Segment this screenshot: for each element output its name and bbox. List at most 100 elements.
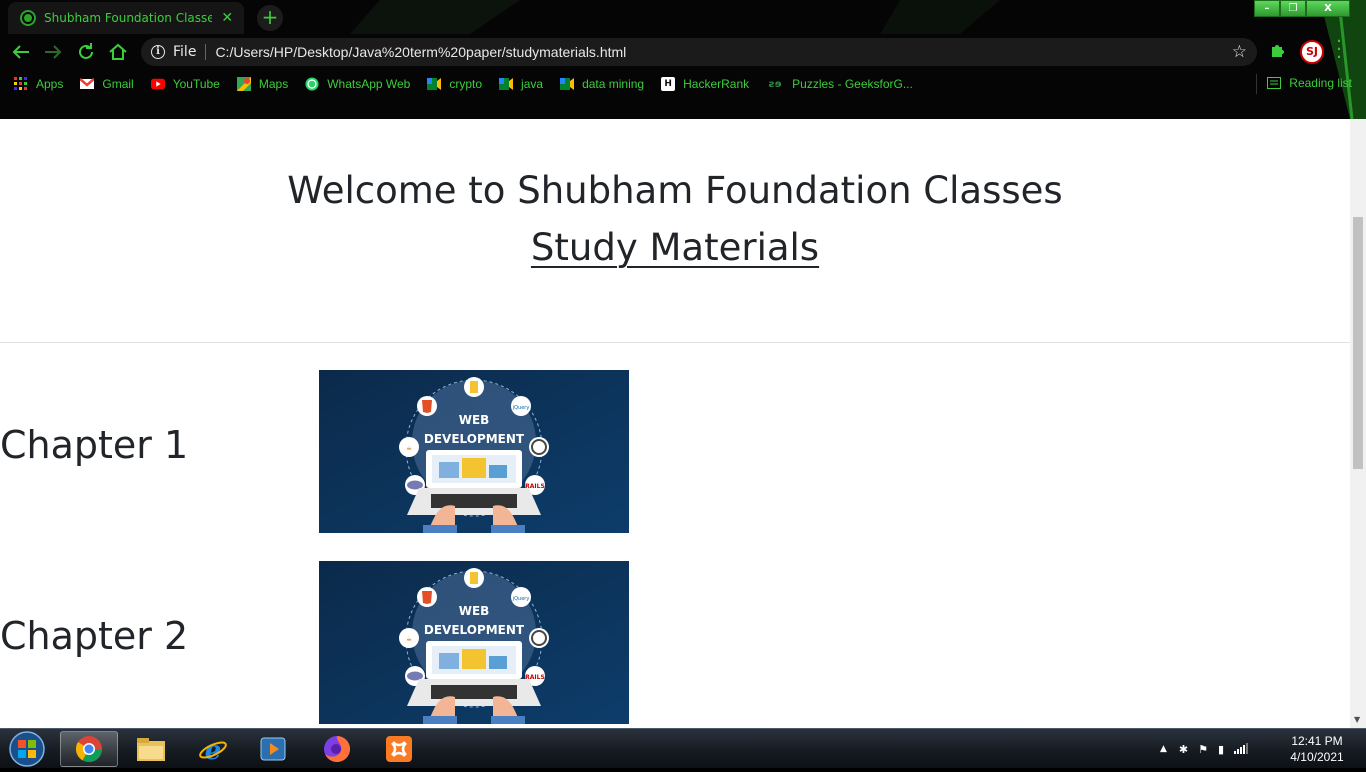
bookmark-label: WhatsApp Web [327,77,411,91]
bookmark-label: crypto [449,77,483,91]
chapter-row: Chapter 1 jQuery ☕ RAILS WEB DEVELOPMENT [0,370,1350,533]
page-favicon-icon [20,10,36,26]
taskbar-internet-explorer[interactable]: e [184,731,242,767]
action-center-flag-icon[interactable]: ⚑ [1198,743,1208,756]
close-icon[interactable]: ✕ [218,10,236,26]
bookmark-java[interactable]: java [499,77,543,91]
web-development-thumbnail[interactable]: jQuery ☕ RAILS WEB DEVELOPMENT [319,561,629,724]
page-content: Welcome to Shubham Foundation Classes St… [0,119,1350,728]
power-icon[interactable]: ▮ [1218,743,1224,756]
profile-avatar[interactable]: SJ [1300,40,1324,64]
taskbar-firefox[interactable] [308,731,366,767]
reload-icon[interactable] [74,40,98,64]
thumbnail-line2: DEVELOPMENT [424,432,525,446]
maps-icon [236,77,251,91]
show-hidden-icons-icon[interactable]: ▲ [1160,744,1167,754]
page-title: Welcome to Shubham Foundation Classes [287,169,1063,212]
geeksforgeeks-icon: ƨɘ [768,78,782,90]
bookmark-label: Puzzles - GeeksforG... [792,77,913,91]
bookmark-geeksforgeeks[interactable]: ƨɘ Puzzles - GeeksforG... [766,77,913,91]
chrome-icon [75,736,103,763]
bookmark-apps[interactable]: Apps [14,77,63,91]
bookmark-label: YouTube [172,77,220,91]
web-development-thumbnail[interactable]: jQuery ☕ RAILS WEB DEVELOPMENT [319,370,629,533]
bookmark-label: HackerRank [683,77,750,91]
thumbnail-line2: DEVELOPMENT [424,623,525,637]
bookmark-label: data mining [582,77,645,91]
thumbnail-line1: WEB [459,604,490,618]
reading-list-label: Reading list [1289,76,1352,90]
bookmark-maps[interactable]: Maps [236,77,289,91]
omnibox-separator [205,44,207,60]
reading-list-button[interactable]: Reading list [1267,76,1352,90]
browser-chrome: Shubham Foundation Classes | H ✕ + – ❐ X… [0,0,1366,119]
restore-button[interactable]: ❐ [1280,0,1306,17]
bluetooth-icon[interactable]: ✱ [1179,743,1188,756]
section-divider [0,342,1350,343]
extensions-puzzle-icon[interactable] [1269,42,1285,62]
windows-logo-icon [18,740,26,748]
meet-icon [427,77,442,91]
html5-icon [422,400,432,413]
tab-active[interactable]: Shubham Foundation Classes | H ✕ [8,2,244,34]
xampp-icon [386,736,412,762]
scrollbar-thumb[interactable] [1353,217,1363,469]
bookmark-hackerrank[interactable]: H HackerRank [661,77,749,91]
nodejs-icon [470,572,478,584]
clock-time: 12:41 PM [1291,734,1343,748]
window-controls: – ❐ X [1254,0,1350,17]
taskbar-chrome[interactable] [60,731,118,767]
java-icon: ☕ [406,635,412,643]
whatsapp-icon [305,77,319,91]
windows-taskbar: e ▲ ✱ ⚑ ▮ 12:41 PM 4/10/2021 [0,728,1366,768]
browser-toolbar: i File C:/Users/HP/Desktop/Java%20term%2… [0,33,1366,70]
scroll-down-arrow-icon[interactable]: ▼ [1354,715,1360,724]
chapter-row: Chapter 2 jQuery ☕ RAILS WEB DEVELOPMENT [0,561,1350,724]
html5-icon [422,591,432,604]
url-text[interactable]: C:/Users/HP/Desktop/Java%20term%20paper/… [215,44,626,60]
bookmark-label: java [521,77,544,91]
meet-icon [499,77,514,91]
bookmark-crypto[interactable]: crypto [427,77,482,91]
jquery-icon: jQuery [512,596,530,602]
study-materials-heading: Study Materials [530,226,820,269]
tab-strip: Shubham Foundation Classes | H ✕ + – ❐ X [0,0,1366,34]
svg-text:e: e [205,736,222,764]
chapter-title: Chapter 2 [0,614,189,658]
taskbar-media-player[interactable] [244,731,302,767]
bookmarks-separator [1256,74,1257,94]
apps-grid-icon [14,77,28,91]
thumbnail-line1: WEB [459,413,490,427]
file-explorer-icon [137,738,165,761]
internet-explorer-icon: e [199,736,227,764]
new-tab-button[interactable]: + [257,5,283,31]
bookmark-label: Maps [258,77,289,91]
taskbar-clock[interactable]: 12:41 PM 4/10/2021 [1282,733,1352,765]
system-tray: ▲ ✱ ⚑ ▮ [1160,729,1249,769]
site-info-icon[interactable]: i [151,45,165,59]
vertical-scrollbar[interactable]: ▼ [1350,119,1366,728]
network-signal-icon[interactable] [1234,742,1249,757]
bookmark-label: Apps [36,77,64,91]
home-icon[interactable] [106,40,130,64]
taskbar-xampp[interactable] [370,731,428,767]
kebab-menu-icon[interactable]: · · · [1334,33,1344,67]
forward-arrow-icon[interactable] [41,40,65,64]
bookmark-data-mining[interactable]: data mining [560,77,644,91]
bookmark-whatsapp[interactable]: WhatsApp Web [305,77,410,91]
bookmark-gmail[interactable]: Gmail [80,77,134,91]
address-bar[interactable]: i File C:/Users/HP/Desktop/Java%20term%2… [141,38,1257,66]
clock-date: 4/10/2021 [1290,750,1344,764]
taskbar-file-explorer[interactable] [122,731,180,767]
bookmark-star-icon[interactable]: ☆ [1232,42,1247,62]
minimize-button[interactable]: – [1254,0,1280,17]
close-window-button[interactable]: X [1306,0,1350,17]
start-button[interactable] [4,730,50,768]
java-icon: ☕ [406,444,412,452]
back-arrow-icon[interactable] [9,40,33,64]
nodejs-icon [470,381,478,393]
youtube-icon [150,77,165,91]
meet-icon [560,77,575,91]
bookmark-youtube[interactable]: YouTube [150,77,220,91]
scheme-label: File [173,44,197,60]
